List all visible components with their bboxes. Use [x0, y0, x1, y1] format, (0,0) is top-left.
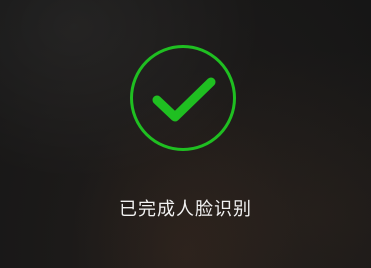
status-message: 已完成人脸识别 — [119, 199, 252, 220]
success-badge — [130, 45, 236, 151]
face-recognition-complete-screen: 已完成人脸识别 — [0, 0, 371, 268]
checkmark-circle-icon — [129, 44, 237, 152]
checkmark-icon — [152, 77, 216, 122]
success-circle — [130, 45, 236, 151]
